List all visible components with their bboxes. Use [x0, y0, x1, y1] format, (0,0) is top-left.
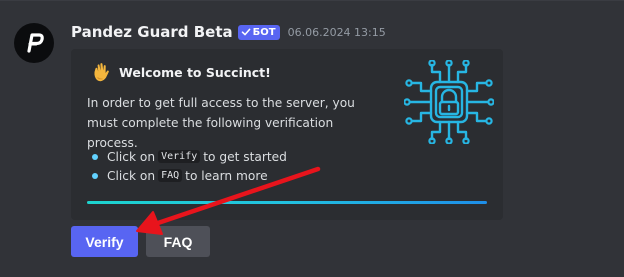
inline-code: FAQ	[158, 169, 183, 182]
list-item-suffix: to get started	[203, 149, 287, 164]
embed-title-text: Welcome to Succinct!	[119, 64, 271, 80]
verify-button[interactable]: Verify	[71, 226, 138, 257]
bot-badge: БОТ	[237, 24, 280, 40]
list-item-suffix: to learn more	[185, 168, 268, 183]
pandez-logo-icon	[27, 33, 44, 53]
message-header: Pandez Guard Beta БОТ 06.06.2024 13:15	[71, 22, 386, 42]
progress-bar	[87, 201, 487, 204]
author-name[interactable]: Pandez Guard Beta	[71, 23, 233, 41]
inline-code: Verify	[158, 150, 201, 163]
waving-hand-icon	[94, 63, 109, 82]
list-item-prefix: Click on	[107, 149, 156, 164]
list-item: Click on FAQ to learn more	[92, 166, 287, 185]
list-item: Click on Verify to get started	[92, 147, 287, 166]
avatar[interactable]	[14, 23, 54, 63]
verified-check-icon	[241, 28, 251, 36]
embed-card: Welcome to Succinct! In order to get ful…	[71, 49, 503, 220]
bullet-icon	[92, 172, 98, 179]
message-timestamp[interactable]: 06.06.2024 13:15	[288, 26, 386, 39]
divider	[0, 0, 624, 1]
embed-title: Welcome to Succinct!	[92, 62, 271, 82]
embed-description: In order to get full access to the serve…	[87, 96, 355, 150]
faq-button[interactable]: FAQ	[146, 226, 210, 257]
bullet-icon	[92, 153, 98, 160]
embed-instructions-list: Click on Verify to get started Click on …	[92, 147, 287, 185]
list-item-prefix: Click on	[107, 168, 156, 183]
bot-badge-label: БОТ	[252, 26, 276, 38]
circuit-padlock-icon[interactable]	[404, 60, 494, 144]
